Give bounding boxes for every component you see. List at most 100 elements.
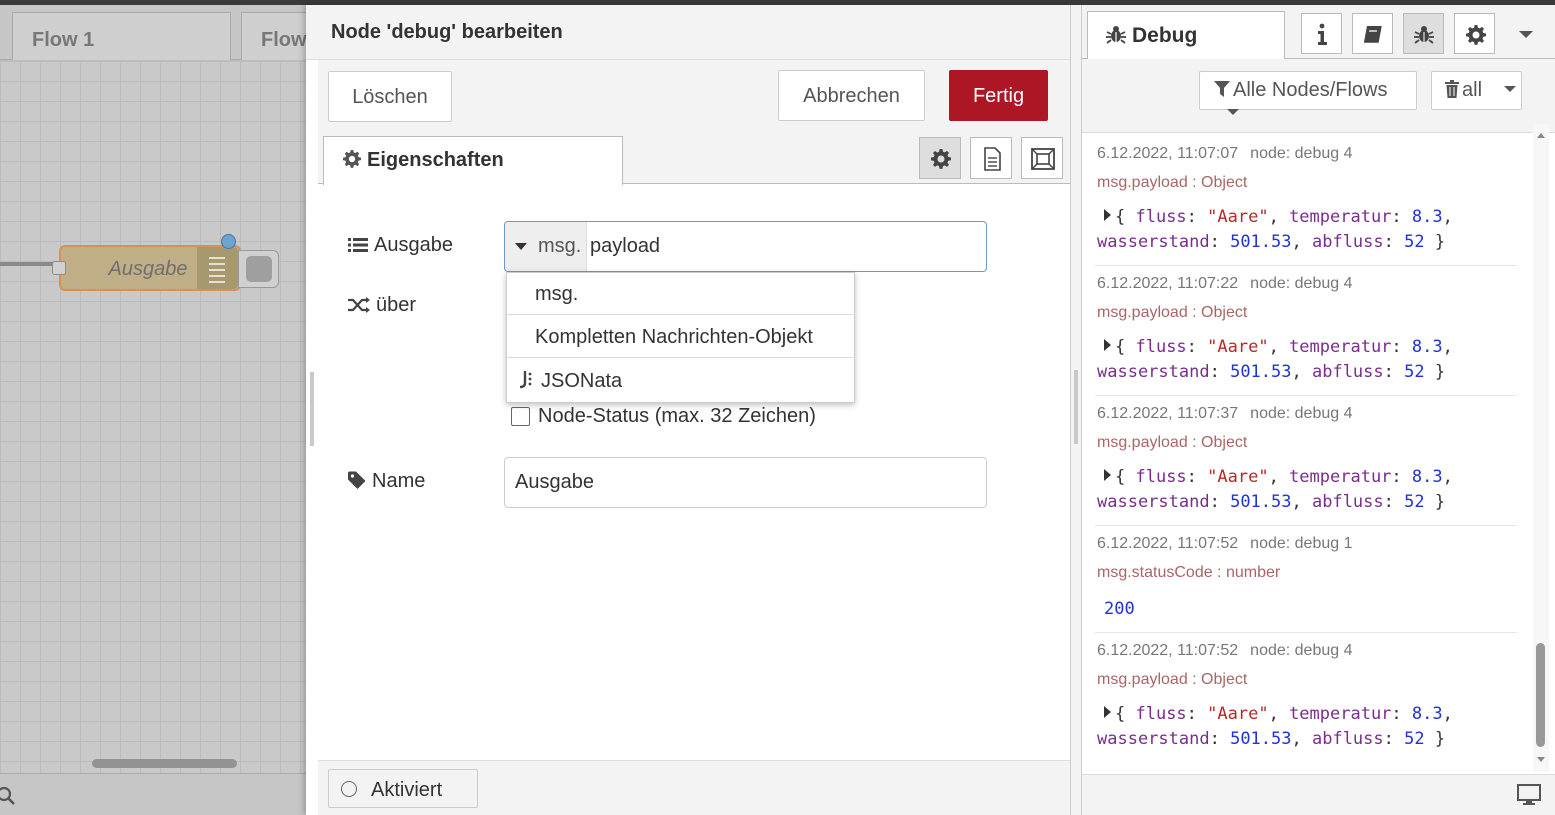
- sidebar-help-button[interactable]: [1352, 13, 1393, 54]
- debug-message[interactable]: 6.12.2022, 11:07:37 node: debug 4 msg.pay…: [1095, 396, 1517, 526]
- debug-message[interactable]: 6.12.2022, 11:07:52 node: debug 1 msg.sta…: [1095, 526, 1517, 633]
- debug-filter-button[interactable]: Alle Nodes/Flows: [1199, 71, 1417, 115]
- delete-button[interactable]: Löschen: [328, 71, 452, 122]
- node-status-checkbox[interactable]: [511, 407, 530, 426]
- value-abfluss: 52: [1404, 492, 1425, 512]
- tab-flow-2[interactable]: Flow: [241, 12, 311, 60]
- tab-settings-button[interactable]: [919, 137, 961, 179]
- workspace-footer: [0, 773, 318, 815]
- book-icon: [1364, 25, 1382, 43]
- window-icon: [1031, 148, 1055, 170]
- gear-icon: [931, 149, 951, 169]
- message-payload[interactable]: 200: [1097, 597, 1517, 622]
- debug-message-meta: 6.12.2022, 11:07:52 node: debug 1: [1097, 535, 1517, 553]
- list-icon: [348, 237, 368, 253]
- monitor-icon[interactable]: [1513, 782, 1545, 808]
- message-timestamp: 6.12.2022, 11:07:22: [1097, 275, 1239, 292]
- debug-scroll-thumb[interactable]: [1536, 643, 1545, 747]
- debug-message-meta: 6.12.2022, 11:07:52 node: debug 4: [1097, 642, 1517, 660]
- sidebar-info-button[interactable]: [1301, 13, 1342, 54]
- value-abfluss: 52: [1404, 232, 1425, 252]
- wire[interactable]: [0, 262, 60, 266]
- sidebar-tab-debug[interactable]: Debug: [1087, 11, 1285, 60]
- info-icon: [1318, 23, 1327, 45]
- cancel-button[interactable]: Abbrechen: [778, 70, 925, 121]
- name-input[interactable]: Ausgabe: [504, 457, 987, 508]
- message-node[interactable]: node: debug 1: [1250, 535, 1352, 552]
- node-input-port[interactable]: [52, 261, 66, 275]
- node-debug-toggle[interactable]: [246, 256, 272, 282]
- sidebar-config-button[interactable]: [1454, 13, 1495, 54]
- message-node[interactable]: node: debug 4: [1250, 642, 1352, 659]
- message-node[interactable]: node: debug 4: [1250, 405, 1352, 422]
- sidebar-footer: [1082, 774, 1555, 815]
- message-payload[interactable]: { fluss: "Aare", temperatur: 8.3, wassers…: [1097, 205, 1517, 255]
- message-node[interactable]: node: debug 4: [1250, 145, 1352, 162]
- node-icon-box: [197, 247, 238, 289]
- expand-icon[interactable]: [1104, 339, 1111, 351]
- workspace-hscrollbar[interactable]: [92, 759, 237, 768]
- tab-description-button[interactable]: [970, 137, 1012, 179]
- expand-icon[interactable]: [1104, 706, 1111, 718]
- value-fluss: "Aare": [1207, 207, 1269, 227]
- message-payload[interactable]: { fluss: "Aare", temperatur: 8.3, wassers…: [1097, 465, 1517, 515]
- trash-icon: [1445, 80, 1459, 98]
- gear-icon: [1466, 25, 1486, 45]
- value-fluss: "Aare": [1207, 467, 1269, 487]
- node-changed-indicator: [221, 234, 236, 249]
- message-topic: msg.statusCode : number: [1097, 564, 1281, 581]
- value-wasserstand: 501.53: [1230, 492, 1292, 512]
- sidebar-resize-handle[interactable]: [1074, 370, 1078, 444]
- jsonata-icon: [519, 369, 535, 389]
- tag-icon: [348, 471, 366, 489]
- tray-resize-handle[interactable]: [310, 372, 314, 446]
- node-status-label: Node-Status (max. 32 Zeichen): [538, 405, 816, 427]
- search-icon[interactable]: [0, 785, 20, 807]
- message-topic: msg.payload : Object: [1097, 671, 1248, 688]
- debug-message[interactable]: 6.12.2022, 11:07:22 node: debug 4 msg.pay…: [1095, 266, 1517, 396]
- dropdown-option-label: Kompletten Nachrichten-Objekt: [535, 326, 813, 348]
- to-label-text: über: [376, 294, 417, 316]
- dropdown-option-label: msg.: [535, 283, 579, 305]
- output-value[interactable]: payload: [590, 235, 660, 258]
- done-button[interactable]: Fertig: [949, 70, 1048, 121]
- debug-message[interactable]: 6.12.2022, 11:07:07 node: debug 4 msg.pay…: [1095, 136, 1517, 266]
- debug-clear-button[interactable]: all: [1431, 71, 1522, 110]
- value-abfluss: 52: [1404, 729, 1425, 749]
- name-field-label: Name: [348, 470, 425, 493]
- dropdown-option-full-message[interactable]: Kompletten Nachrichten-Objekt: [507, 315, 854, 358]
- message-timestamp: 6.12.2022, 11:07:37: [1097, 405, 1239, 422]
- message-topic: msg.payload : Object: [1097, 434, 1248, 451]
- caret-down-icon: [1503, 86, 1516, 93]
- gear-icon: [343, 150, 361, 168]
- workspace-canvas[interactable]: [0, 61, 318, 776]
- caret-down-icon[interactable]: [1519, 31, 1533, 39]
- sidebar-tab-debug-label: Debug: [1132, 24, 1198, 47]
- dropdown-option-msg[interactable]: msg.: [507, 272, 854, 315]
- message-timestamp: 6.12.2022, 11:07:52: [1097, 642, 1239, 659]
- caret-down-icon: [1227, 109, 1239, 116]
- tab-properties-label: Eigenschaften: [367, 149, 504, 171]
- dropdown-option-jsonata[interactable]: JSONata: [507, 358, 854, 401]
- caret-down-icon: [515, 243, 527, 251]
- sidebar-debug-button[interactable]: [1403, 13, 1444, 54]
- value-wasserstand: 501.53: [1230, 232, 1292, 252]
- expand-icon[interactable]: [1104, 209, 1111, 221]
- value-abfluss: 52: [1404, 362, 1425, 382]
- debug-message-list[interactable]: 6.12.2022, 11:07:07 node: debug 4 msg.pay…: [1095, 136, 1517, 772]
- shuffle-icon: [348, 297, 370, 313]
- to-field-label: über: [348, 294, 416, 317]
- enabled-circle-icon: [341, 781, 357, 797]
- debug-message[interactable]: 6.12.2022, 11:07:52 node: debug 4 msg.pay…: [1095, 633, 1517, 762]
- value-wasserstand: 501.53: [1230, 729, 1292, 749]
- message-node[interactable]: node: debug 4: [1250, 275, 1352, 292]
- message-payload[interactable]: { fluss: "Aare", temperatur: 8.3, wassers…: [1097, 702, 1517, 752]
- list-icon: [209, 257, 225, 283]
- message-payload[interactable]: { fluss: "Aare", temperatur: 8.3, wassers…: [1097, 335, 1517, 385]
- tab-flow-1[interactable]: Flow 1: [12, 12, 231, 60]
- debug-clear-label: all: [1462, 79, 1483, 101]
- message-timestamp: 6.12.2022, 11:07:52: [1097, 535, 1239, 552]
- expand-icon[interactable]: [1104, 469, 1111, 481]
- tab-appearance-button[interactable]: [1021, 137, 1063, 179]
- tab-properties[interactable]: Eigenschaften: [323, 136, 623, 185]
